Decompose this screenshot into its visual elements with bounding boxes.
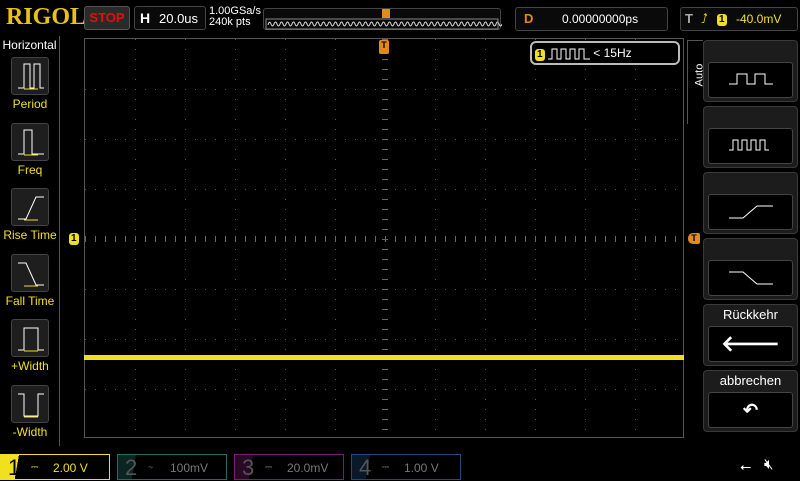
menu-item-period[interactable]: Period: [0, 57, 60, 111]
softkey-6[interactable]: abbrechen ↶: [703, 370, 798, 432]
auto-tab: Auto: [687, 40, 705, 124]
square-wave-icon: [547, 48, 590, 60]
memory-depth: 240k pts: [209, 16, 251, 28]
rising-edge-icon: ⭜: [701, 11, 708, 26]
softkey-1[interactable]: [703, 40, 798, 102]
fall-time-icon: [11, 253, 49, 292]
acquisition-info: 1.00GSa/s 240k pts: [209, 6, 261, 28]
memory-overview: [263, 8, 503, 30]
frequency-readout: 1 < 15Hz: [530, 41, 680, 65]
coupling-icon: ⎓: [265, 462, 273, 472]
frequency-icon: [11, 122, 49, 161]
coupling-icon: ⎓: [31, 462, 39, 472]
timebase-value: 20.0us: [159, 11, 199, 26]
delay-box[interactable]: D 0.00000000ps: [515, 7, 668, 31]
waveform-overview-icon: [265, 9, 503, 30]
trigger-box[interactable]: T ⭜ 1 -40.0mV: [680, 7, 798, 31]
menu-item-label: Rise Time: [3, 228, 57, 242]
coupling-icon: ⎓: [382, 462, 390, 472]
readout-value: < 15Hz: [593, 46, 632, 60]
menu-item-label: +Width: [11, 359, 49, 373]
rise-time-icon: [11, 188, 49, 226]
menu-item-rise-time[interactable]: Rise Time: [0, 188, 60, 242]
negative-width-icon: [11, 384, 49, 423]
softkey-2[interactable]: [703, 106, 798, 168]
channel-bar: 1 ⎓ 2.00 V 2 ~100mV 3 ⎓ 20.0mV 4 ⎓ 1.00 V: [0, 454, 800, 480]
menu-item-freq[interactable]: Freq: [0, 122, 60, 177]
softkey-label: [704, 239, 797, 258]
delay-key: D: [524, 11, 534, 26]
trigger-key: T: [685, 11, 693, 26]
softkey-label: abbrechen: [719, 373, 782, 388]
positive-width-icon: [11, 319, 49, 357]
channel-1-tab[interactable]: 1 ⎓ 2.00 V: [0, 454, 110, 480]
channel-number: 2: [125, 455, 138, 480]
softkey-5[interactable]: Rückkehr 🡐: [703, 304, 798, 366]
waveform-grid[interactable]: [84, 38, 684, 438]
channel-scale: 2.00 V: [53, 461, 88, 475]
back-arrow-icon: 🡐: [708, 326, 793, 362]
menu-item-label: Freq: [17, 162, 43, 177]
rigol-logo: RIGOL: [6, 4, 87, 30]
coupling-icon: ~: [148, 462, 154, 472]
softkey-label: [704, 173, 797, 192]
usb-icon: ⭠: [740, 458, 752, 474]
horizontal-key: H: [140, 10, 151, 26]
channel-3-tab[interactable]: 3 ⎓ 20.0mV: [234, 454, 344, 480]
delay-value: 0.00000000ps: [562, 12, 639, 26]
softkey-label: Rückkehr: [723, 307, 778, 322]
mute-icon[interactable]: 🔇︎: [764, 456, 773, 473]
channel-scale: 100mV: [170, 461, 209, 475]
readout-channel: 1: [535, 49, 545, 61]
softkey-4[interactable]: [703, 238, 798, 300]
softkey-label: [704, 41, 797, 60]
fast-square-wave-icon: [708, 128, 793, 164]
menu-item-label: -Width: [12, 424, 48, 439]
menu-item-label: Period: [12, 97, 48, 111]
trigger-level: -40.0mV: [736, 12, 782, 26]
softkey-label: [704, 107, 797, 126]
trigger-level-marker[interactable]: T: [688, 233, 700, 244]
menu-item--width[interactable]: -Width: [0, 384, 60, 439]
menu-title: Horizontal: [2, 38, 57, 52]
channel-number: 1: [8, 455, 21, 480]
channel1-offset-marker[interactable]: 1: [69, 233, 79, 245]
menu-item-label: Fall Time: [5, 293, 55, 308]
channel-scale: 20.0mV: [287, 461, 329, 475]
period-icon: [11, 57, 49, 95]
falling-edge-icon: [708, 260, 793, 296]
undo-icon: ↶: [708, 392, 793, 428]
run-stop-status[interactable]: STOP: [84, 6, 130, 30]
timebase-box[interactable]: H 20.0us: [134, 6, 206, 30]
trigger-source: 1: [717, 14, 727, 26]
channel-number: 3: [242, 455, 255, 480]
channel1-trace: [84, 355, 684, 360]
channel-scale: 1.00 V: [404, 461, 439, 475]
slow-square-wave-icon: [708, 62, 793, 98]
channel-4-tab[interactable]: 4 ⎓ 1.00 V: [351, 454, 461, 480]
menu-item--width[interactable]: +Width: [0, 319, 60, 373]
channel-number: 4: [359, 455, 372, 480]
rising-edge-icon: [708, 194, 793, 230]
graticule: [85, 39, 676, 430]
menu-item-fall-time[interactable]: Fall Time: [0, 253, 60, 308]
channel-2-tab[interactable]: 2 ~100mV: [117, 454, 227, 480]
softkey-3[interactable]: [703, 172, 798, 234]
trigger-position-marker[interactable]: T: [379, 40, 389, 54]
